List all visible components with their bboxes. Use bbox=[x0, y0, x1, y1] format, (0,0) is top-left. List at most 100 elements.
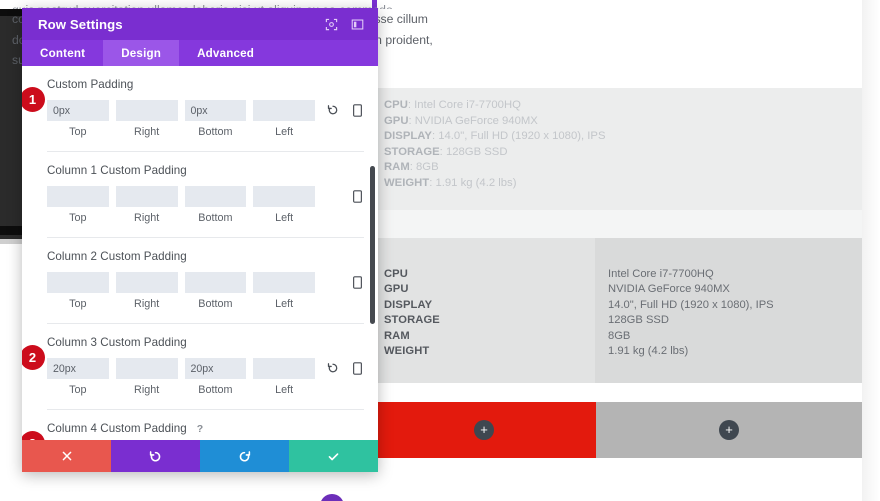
field-actions bbox=[326, 358, 364, 376]
expand-icon[interactable] bbox=[320, 13, 342, 35]
padding-right-input[interactable] bbox=[115, 358, 178, 379]
builder-fab-button[interactable] bbox=[320, 494, 344, 501]
tab-content[interactable]: Content bbox=[22, 40, 103, 66]
padding-top-input[interactable]: 20px bbox=[47, 358, 109, 379]
spec-value: NVIDIA GeForce 940MX bbox=[608, 283, 730, 296]
table-row: RAM 8GB bbox=[372, 330, 862, 345]
padding-left-input[interactable] bbox=[253, 186, 315, 207]
close-icon bbox=[62, 451, 71, 461]
field-actions bbox=[326, 272, 364, 290]
padding-top-label: Top bbox=[69, 126, 87, 138]
responsive-device-icon[interactable] bbox=[350, 360, 364, 376]
save-button[interactable] bbox=[289, 440, 378, 472]
padding-left-label: Left bbox=[275, 126, 294, 138]
faded-spec-item: WEIGHT: 1.91 kg (4.2 lbs) bbox=[384, 176, 517, 189]
faded-spec-item: CPU: Intel Core i7-7700HQ bbox=[384, 99, 521, 111]
padding-right-input[interactable] bbox=[115, 272, 178, 293]
field-label: Column 4 Custom Padding ? bbox=[47, 422, 204, 435]
modal-body[interactable]: 1 Custom Padding 0px Top Right 0px Botto… bbox=[22, 66, 378, 440]
table-row: DISPLAY 14.0", Full HD (1920 x 1080), IP… bbox=[372, 299, 862, 314]
padding-left-input[interactable] bbox=[253, 272, 315, 293]
faded-spec-item: DISPLAY: 14.0", Full HD (1920 x 1080), I… bbox=[384, 130, 606, 143]
modal-tabs: Content Design Advanced bbox=[22, 40, 378, 66]
redo-icon bbox=[239, 450, 251, 461]
faded-spec-key: CPU bbox=[384, 99, 408, 111]
responsive-device-icon[interactable] bbox=[350, 102, 364, 118]
responsive-device-icon[interactable] bbox=[350, 274, 364, 290]
field-actions bbox=[326, 100, 364, 118]
modal-footer bbox=[22, 440, 378, 472]
padding-left-label: Left bbox=[275, 298, 294, 310]
padding-bottom-label: Bottom bbox=[198, 384, 233, 396]
padding-right-label: Right bbox=[134, 126, 160, 138]
spec-key: STORAGE bbox=[384, 314, 440, 327]
padding-input-row: Top Right Bottom Left bbox=[47, 186, 364, 224]
padding-cell-left: Left bbox=[253, 358, 315, 396]
spec-key: CPU bbox=[384, 268, 408, 280]
reset-icon[interactable] bbox=[326, 102, 340, 118]
padding-cell-left: Left bbox=[253, 272, 315, 310]
padding-top-input[interactable]: 0px bbox=[47, 100, 109, 121]
padding-top-input[interactable] bbox=[47, 186, 109, 207]
row-settings-modal: Row Settings Content Design Advanced 1 C… bbox=[22, 8, 378, 472]
spec-key: RAM bbox=[384, 329, 410, 342]
faded-spec-key: RAM bbox=[384, 161, 410, 174]
padding-left-label: Left bbox=[275, 384, 294, 396]
padding-right-label: Right bbox=[134, 384, 160, 396]
padding-top-label: Top bbox=[69, 384, 87, 396]
undo-button[interactable] bbox=[111, 440, 200, 472]
grey-module-block[interactable]: + bbox=[596, 402, 862, 458]
red-module-block[interactable]: + bbox=[372, 402, 596, 458]
add-module-button[interactable]: + bbox=[474, 420, 494, 440]
section-spacer bbox=[372, 210, 862, 238]
padding-left-label: Left bbox=[275, 212, 294, 224]
padding-input-row: 0px Top Right 0px Bottom Left bbox=[47, 100, 364, 138]
padding-bottom-input[interactable] bbox=[184, 186, 247, 207]
faded-spec-key: STORAGE bbox=[384, 145, 440, 158]
padding-bottom-input[interactable]: 20px bbox=[184, 358, 247, 379]
padding-bottom-input[interactable]: 0px bbox=[184, 100, 247, 121]
table-row: CPU Intel Core i7-7700HQ bbox=[372, 268, 862, 283]
faded-spec-value: Intel Core i7-7700HQ bbox=[414, 99, 521, 111]
add-module-button[interactable]: + bbox=[719, 420, 739, 440]
reset-icon[interactable] bbox=[326, 360, 340, 376]
padding-cell-bottom: 20px Bottom bbox=[184, 358, 247, 396]
tab-advanced[interactable]: Advanced bbox=[179, 40, 272, 66]
padding-cell-right: Right bbox=[115, 358, 178, 396]
padding-left-input[interactable] bbox=[253, 358, 315, 379]
split-view-icon[interactable] bbox=[346, 13, 368, 35]
padding-cell-top: Top bbox=[47, 272, 109, 310]
tab-design[interactable]: Design bbox=[103, 40, 180, 66]
faded-spec-key: WEIGHT bbox=[384, 176, 430, 189]
padding-right-label: Right bbox=[134, 212, 160, 224]
field-label: Custom Padding bbox=[47, 78, 134, 91]
padding-right-input[interactable] bbox=[115, 100, 178, 121]
responsive-device-icon[interactable] bbox=[350, 188, 364, 204]
padding-cell-left: Left bbox=[253, 186, 315, 224]
table-row: WEIGHT 1.91 kg (4.2 lbs) bbox=[372, 345, 862, 360]
padding-top-input[interactable] bbox=[47, 272, 109, 293]
table-row: GPU NVIDIA GeForce 940MX bbox=[372, 283, 862, 298]
spec-table: CPU Intel Core i7-7700HQ GPU NVIDIA GeFo… bbox=[372, 238, 862, 383]
padding-cell-left: Left bbox=[253, 100, 315, 138]
faded-spec-value: 14.0", Full HD (1920 x 1080), IPS bbox=[438, 130, 606, 143]
spec-value: 8GB bbox=[608, 329, 631, 342]
field-label: Column 1 Custom Padding bbox=[47, 164, 187, 177]
padding-cell-bottom: 0px Bottom bbox=[184, 100, 247, 138]
padding-bottom-input[interactable] bbox=[184, 272, 247, 293]
spec-value: Intel Core i7-7700HQ bbox=[608, 268, 714, 280]
padding-left-input[interactable] bbox=[253, 100, 315, 121]
field-label: Column 3 Custom Padding bbox=[47, 336, 187, 349]
redo-button[interactable] bbox=[200, 440, 289, 472]
panel-scrollbar[interactable] bbox=[370, 166, 375, 324]
padding-bottom-label: Bottom bbox=[198, 298, 233, 310]
padding-input-row: Top Right Bottom Left bbox=[47, 272, 364, 310]
padding-right-input[interactable] bbox=[115, 186, 178, 207]
padding-cell-top: 0px Top bbox=[47, 100, 109, 138]
padding-cell-top: 20px Top bbox=[47, 358, 109, 396]
field-group-custom-padding: 1 Custom Padding 0px Top Right 0px Botto… bbox=[22, 66, 378, 138]
faded-spec-item: RAM: 8GB bbox=[384, 161, 439, 174]
spec-key: DISPLAY bbox=[384, 298, 433, 311]
help-icon[interactable]: ? bbox=[197, 423, 203, 435]
cancel-button[interactable] bbox=[22, 440, 111, 472]
